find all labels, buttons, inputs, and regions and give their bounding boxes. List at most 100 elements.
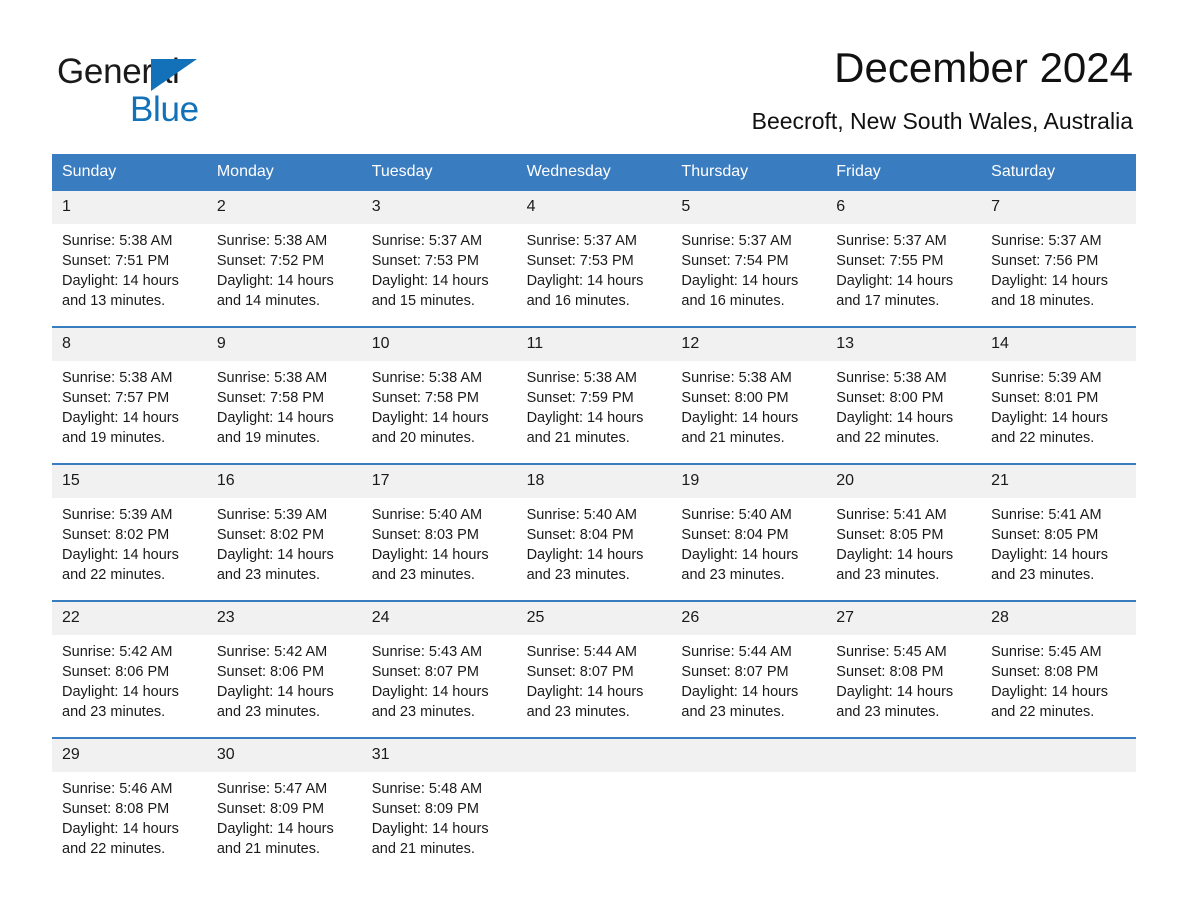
day-details: Sunrise: 5:37 AM Sunset: 7:53 PM Daylight:… xyxy=(517,224,672,311)
sunrise-text: Sunrise: 5:37 AM xyxy=(371,233,483,249)
daylight-text-line1: Daylight: 14 hours xyxy=(681,410,799,426)
calendar-day-cell[interactable]: 12 Sunrise: 5:38 AM Sunset: 8:00 PM Dayligh… xyxy=(671,328,827,463)
daylight-text-line2: and 16 minutes. xyxy=(526,293,630,309)
calendar-day-cell[interactable]: 14 Sunrise: 5:39 AM Sunset: 8:01 PM Dayligh… xyxy=(981,328,1136,463)
daylight-text-line2: and 19 minutes. xyxy=(216,430,321,446)
day-details: Sunrise: 5:38 AM Sunset: 7:58 PM Daylight:… xyxy=(362,361,517,448)
calendar-day-cell[interactable]: 16 Sunrise: 5:39 AM Sunset: 8:02 PM Dayligh… xyxy=(206,465,362,600)
calendar-day-cell[interactable]: 9 Sunrise: 5:38 AM Sunset: 7:58 PM Daylight… xyxy=(206,328,362,463)
daylight-text-line2: and 17 minutes. xyxy=(836,293,940,309)
day-number: 2 xyxy=(206,191,362,224)
page-header: General Blue December 2024 Beecroft, New… xyxy=(0,0,1188,134)
calendar-day-cell[interactable]: 1 Sunrise: 5:38 AM Sunset: 7:51 PM Daylight… xyxy=(52,191,207,326)
daylight-text-line2: and 23 minutes. xyxy=(371,567,475,583)
day-details: Sunrise: 5:45 AM Sunset: 8:08 PM Daylight:… xyxy=(981,635,1136,722)
generalblue-logo[interactable]: General Blue xyxy=(57,44,257,129)
day-number xyxy=(981,739,1136,772)
calendar-week-row: 1 Sunrise: 5:38 AM Sunset: 7:51 PM Daylight… xyxy=(52,191,1136,326)
daylight-text-line2: and 23 minutes. xyxy=(216,567,321,583)
day-number xyxy=(826,739,982,772)
calendar-day-cell[interactable]: 3 Sunrise: 5:37 AM Sunset: 7:53 PM Daylight… xyxy=(361,191,517,326)
calendar-day-cell[interactable]: 20 Sunrise: 5:41 AM Sunset: 8:05 PM Dayligh… xyxy=(826,465,982,600)
sunrise-text: Sunrise: 5:48 AM xyxy=(371,781,483,797)
calendar-day-cell[interactable]: 27 Sunrise: 5:45 AM Sunset: 8:08 PM Dayligh… xyxy=(826,602,982,737)
calendar-day-cell[interactable]: 5 Sunrise: 5:37 AM Sunset: 7:54 PM Daylight… xyxy=(671,191,827,326)
weekday-header-tuesday: Tuesday xyxy=(371,163,433,180)
day-details: Sunrise: 5:42 AM Sunset: 8:06 PM Daylight:… xyxy=(52,635,207,722)
weekday-header-saturday: Saturday xyxy=(991,163,1056,180)
daylight-text-line2: and 16 minutes. xyxy=(681,293,785,309)
calendar-day-cell[interactable]: 31 Sunrise: 5:48 AM Sunset: 8:09 PM Dayligh… xyxy=(361,739,517,874)
sunrise-text: Sunrise: 5:40 AM xyxy=(371,507,483,523)
calendar-cell-empty xyxy=(516,739,672,874)
calendar-day-cell[interactable]: 19 Sunrise: 5:40 AM Sunset: 8:04 PM Dayligh… xyxy=(671,465,827,600)
day-number xyxy=(671,739,827,772)
sunset-text: Sunset: 7:56 PM xyxy=(991,253,1099,269)
sunrise-text: Sunrise: 5:37 AM xyxy=(991,233,1102,249)
calendar-day-cell[interactable]: 6 Sunrise: 5:37 AM Sunset: 7:55 PM Daylight… xyxy=(826,191,982,326)
calendar-body: 1 Sunrise: 5:38 AM Sunset: 7:51 PM Daylight… xyxy=(52,191,1136,874)
day-number: 22 xyxy=(52,602,207,635)
day-number: 21 xyxy=(981,465,1136,498)
daylight-text-line2: and 22 minutes. xyxy=(62,567,166,583)
calendar-cell-empty xyxy=(826,739,982,874)
calendar-day-cell[interactable]: 15 Sunrise: 5:39 AM Sunset: 8:02 PM Dayligh… xyxy=(52,465,207,600)
calendar-day-cell[interactable]: 25 Sunrise: 5:44 AM Sunset: 8:07 PM Dayligh… xyxy=(516,602,672,737)
calendar-day-cell[interactable]: 29 Sunrise: 5:46 AM Sunset: 8:08 PM Dayligh… xyxy=(52,739,207,874)
daylight-text-line1: Daylight: 14 hours xyxy=(371,547,489,563)
calendar-day-cell[interactable]: 18 Sunrise: 5:40 AM Sunset: 8:04 PM Dayligh… xyxy=(516,465,672,600)
sunrise-text: Sunrise: 5:38 AM xyxy=(836,370,947,386)
triangle-icon xyxy=(151,59,197,91)
weekday-header-row: Sunday Monday Tuesday Wednesday Thursday Frid… xyxy=(52,154,1136,191)
sunset-text: Sunset: 8:00 PM xyxy=(681,390,789,406)
daylight-text-line2: and 23 minutes. xyxy=(836,567,940,583)
calendar-day-cell[interactable]: 17 Sunrise: 5:40 AM Sunset: 8:03 PM Dayligh… xyxy=(361,465,517,600)
day-number: 31 xyxy=(361,739,517,772)
calendar-day-cell[interactable]: 13 Sunrise: 5:38 AM Sunset: 8:00 PM Dayligh… xyxy=(826,328,982,463)
sunrise-text: Sunrise: 5:44 AM xyxy=(681,644,792,660)
calendar-table: Sunday Monday Tuesday Wednesday Thursday Frid… xyxy=(52,154,1136,874)
location-subtitle: Beecroft, New South Wales, Australia xyxy=(751,108,1133,134)
calendar-day-cell[interactable]: 8 Sunrise: 5:38 AM Sunset: 7:57 PM Daylight… xyxy=(52,328,207,463)
calendar-day-cell[interactable]: 22 Sunrise: 5:42 AM Sunset: 8:06 PM Dayligh… xyxy=(52,602,207,737)
day-number: 3 xyxy=(361,191,517,224)
day-number: 15 xyxy=(52,465,207,498)
calendar-day-cell[interactable]: 11 Sunrise: 5:38 AM Sunset: 7:59 PM Dayligh… xyxy=(516,328,672,463)
day-number: 5 xyxy=(671,191,827,224)
daylight-text-line2: and 22 minutes. xyxy=(836,430,940,446)
calendar-day-cell[interactable]: 7 Sunrise: 5:37 AM Sunset: 7:56 PM Daylight… xyxy=(981,191,1136,326)
calendar-day-cell[interactable]: 2 Sunrise: 5:38 AM Sunset: 7:52 PM Daylight… xyxy=(206,191,362,326)
calendar-day-cell[interactable]: 10 Sunrise: 5:38 AM Sunset: 7:58 PM Dayligh… xyxy=(361,328,517,463)
sunrise-text: Sunrise: 5:43 AM xyxy=(371,644,483,660)
sunset-text: Sunset: 8:02 PM xyxy=(216,527,325,543)
sunset-text: Sunset: 8:08 PM xyxy=(991,664,1099,680)
sunrise-text: Sunrise: 5:42 AM xyxy=(216,644,328,660)
calendar-day-cell[interactable]: 30 Sunrise: 5:47 AM Sunset: 8:09 PM Dayligh… xyxy=(206,739,362,874)
daylight-text-line2: and 13 minutes. xyxy=(62,293,166,309)
sunrise-text: Sunrise: 5:45 AM xyxy=(991,644,1102,660)
day-number: 16 xyxy=(206,465,362,498)
calendar-day-cell[interactable]: 21 Sunrise: 5:41 AM Sunset: 8:05 PM Dayligh… xyxy=(981,465,1136,600)
sunrise-text: Sunrise: 5:37 AM xyxy=(681,233,792,249)
sunrise-text: Sunrise: 5:47 AM xyxy=(216,781,328,797)
calendar-day-cell[interactable]: 23 Sunrise: 5:42 AM Sunset: 8:06 PM Dayligh… xyxy=(206,602,362,737)
calendar-day-cell[interactable]: 4 Sunrise: 5:37 AM Sunset: 7:53 PM Daylight… xyxy=(516,191,672,326)
daylight-text-line1: Daylight: 14 hours xyxy=(836,273,954,289)
weekday-header-wednesday: Wednesday xyxy=(526,163,611,180)
sunrise-text: Sunrise: 5:38 AM xyxy=(62,233,173,249)
daylight-text-line2: and 18 minutes. xyxy=(991,293,1095,309)
day-number: 10 xyxy=(361,328,517,361)
day-number: 9 xyxy=(206,328,362,361)
day-number: 27 xyxy=(826,602,982,635)
calendar-day-cell[interactable]: 28 Sunrise: 5:45 AM Sunset: 8:08 PM Dayligh… xyxy=(981,602,1136,737)
day-number: 1 xyxy=(52,191,207,224)
weekday-header-monday: Monday xyxy=(216,163,274,180)
daylight-text-line1: Daylight: 14 hours xyxy=(62,684,179,700)
calendar-week-row: 22 Sunrise: 5:42 AM Sunset: 8:06 PM Dayligh… xyxy=(52,600,1136,737)
daylight-text-line1: Daylight: 14 hours xyxy=(371,821,489,837)
calendar-day-cell[interactable]: 24 Sunrise: 5:43 AM Sunset: 8:07 PM Dayligh… xyxy=(361,602,517,737)
sunrise-text: Sunrise: 5:44 AM xyxy=(526,644,637,660)
day-details: Sunrise: 5:38 AM Sunset: 7:58 PM Daylight:… xyxy=(207,361,362,448)
calendar-day-cell[interactable]: 26 Sunrise: 5:44 AM Sunset: 8:07 PM Dayligh… xyxy=(671,602,827,737)
sunset-text: Sunset: 8:06 PM xyxy=(216,664,325,680)
